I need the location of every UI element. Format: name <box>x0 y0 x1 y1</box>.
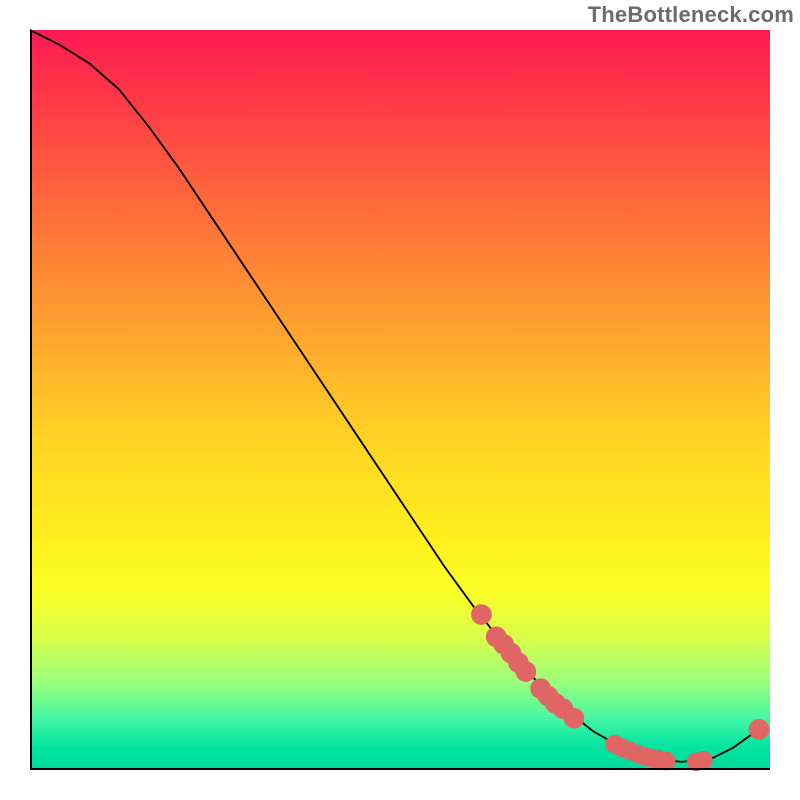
data-points-group <box>475 608 766 767</box>
watermark-text: TheBottleneck.com <box>588 2 794 28</box>
data-point <box>519 665 532 678</box>
chart-container: TheBottleneck.com <box>0 0 800 800</box>
data-point <box>567 712 580 725</box>
data-point <box>698 755 709 766</box>
data-point <box>475 608 488 621</box>
bottleneck-curve <box>30 30 759 762</box>
chart-svg <box>30 30 770 770</box>
data-point <box>661 756 672 767</box>
data-point <box>752 723 765 736</box>
